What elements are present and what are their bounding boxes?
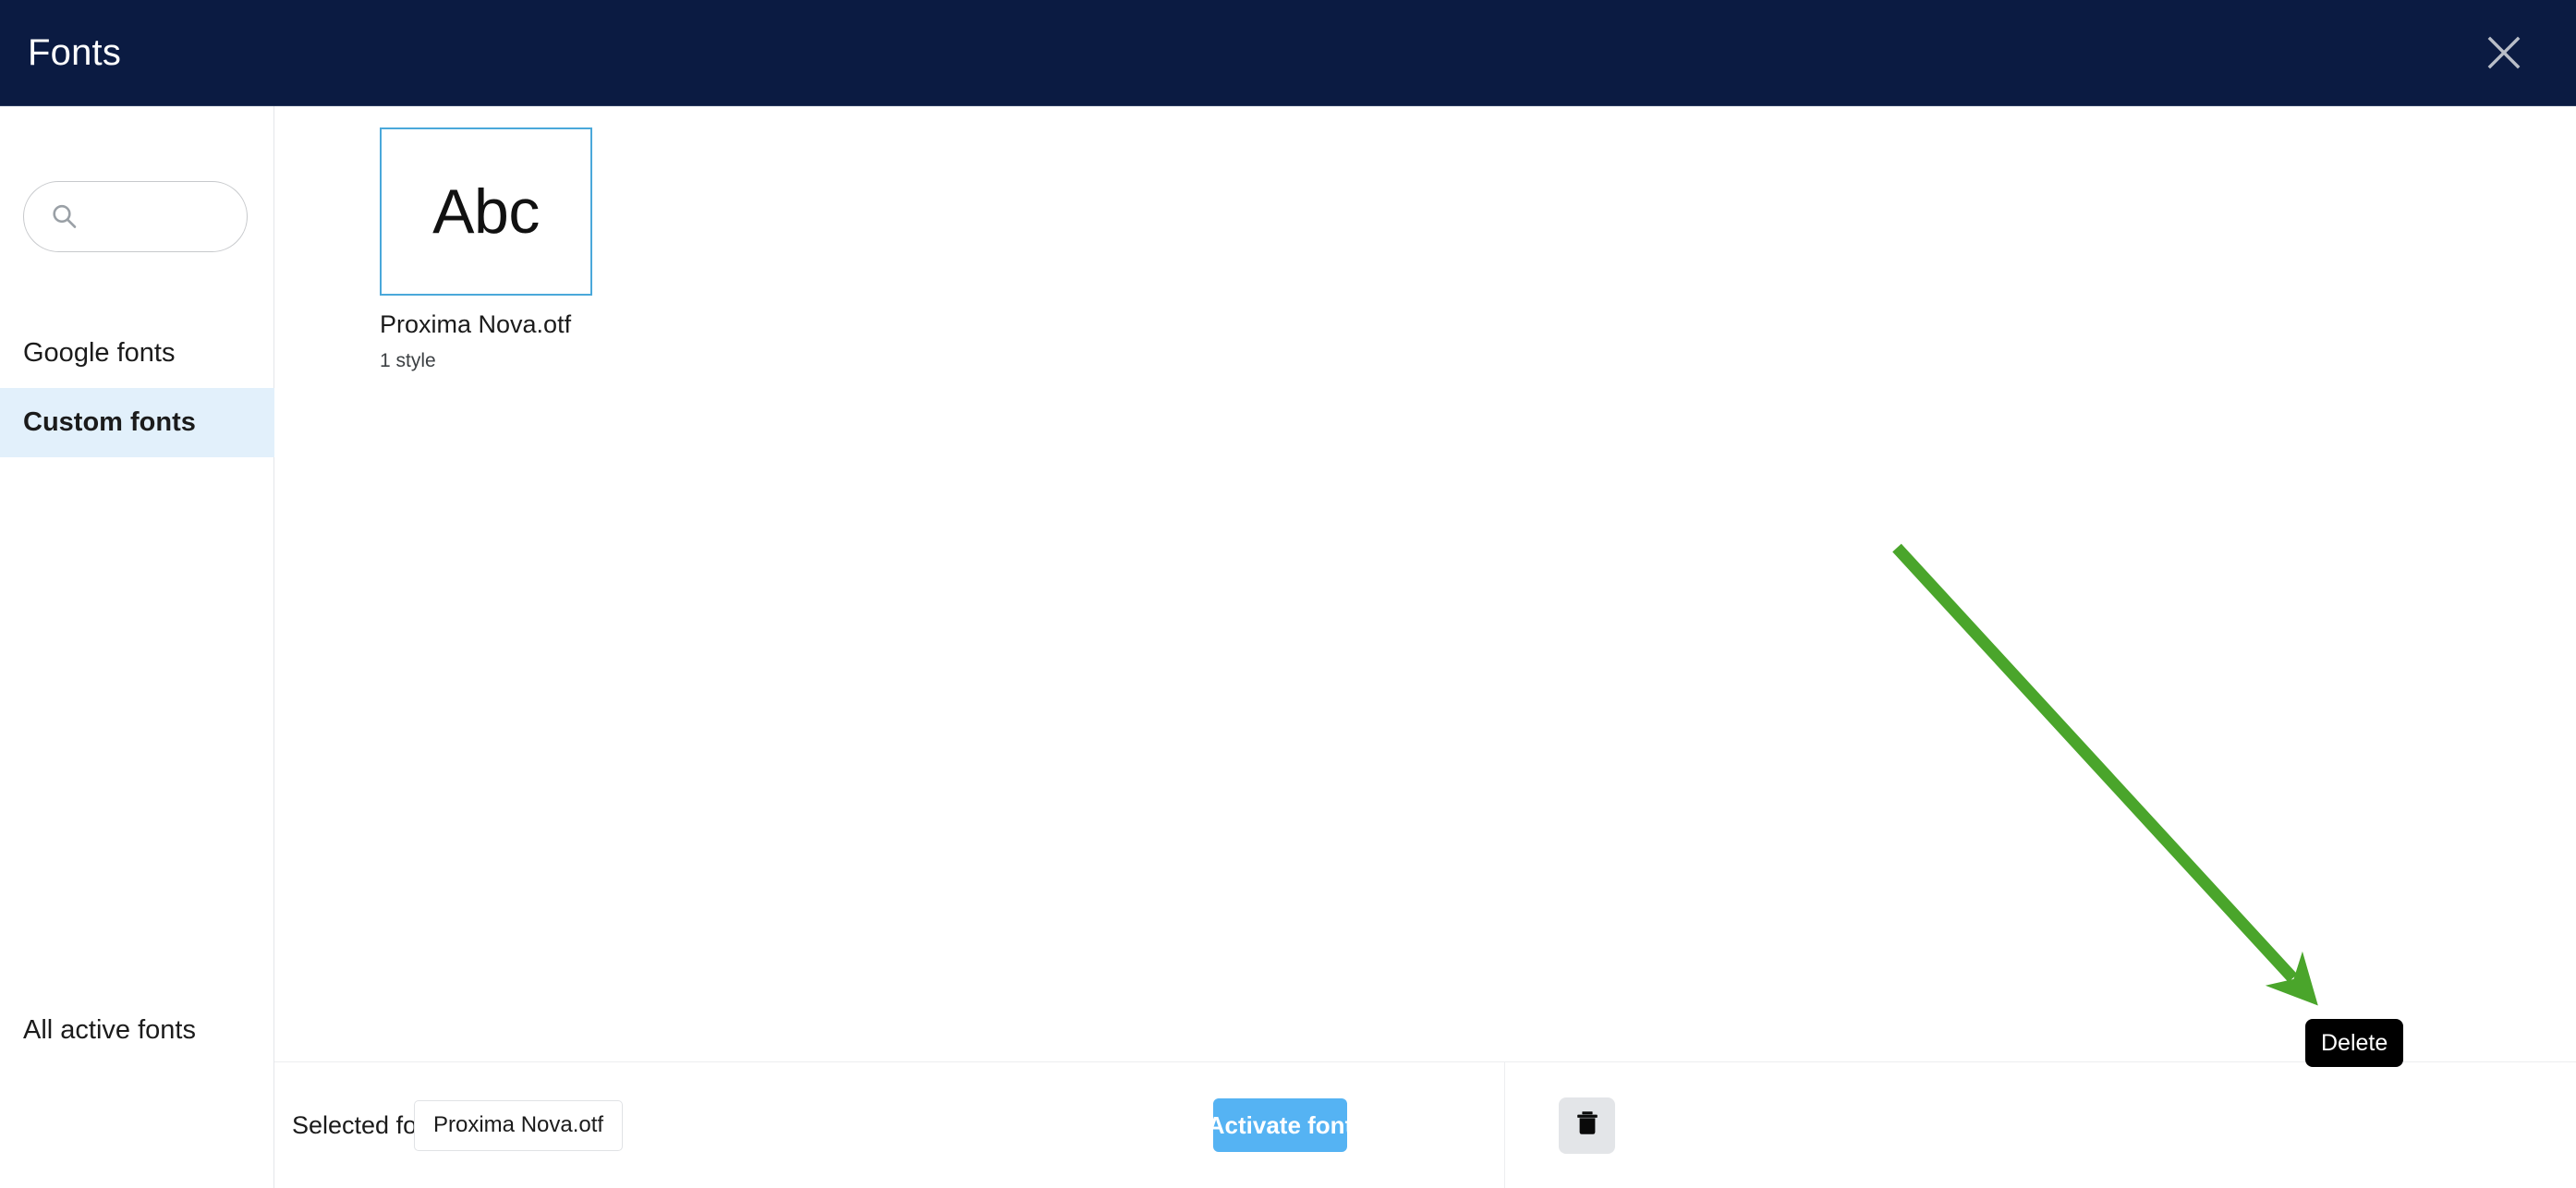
trash-icon (1574, 1109, 1600, 1142)
font-card-styles: 1 style (380, 350, 436, 371)
font-preview-text: Abc (432, 176, 540, 247)
sidebar-item-label: Google fonts (23, 338, 176, 368)
sidebar: Google fonts Custom fonts All active fon… (0, 106, 274, 1188)
sidebar-nav-bottom: All active fonts (0, 996, 274, 1065)
sidebar-item-label: All active fonts (23, 1015, 196, 1045)
search-field-wrapper (23, 181, 248, 252)
font-preview-tile[interactable]: Abc (380, 127, 592, 296)
sidebar-nav: Google fonts Custom fonts (0, 319, 274, 457)
close-icon[interactable] (2474, 23, 2533, 82)
font-grid: Abc Proxima Nova.otf 1 style (380, 127, 592, 372)
page-title: Fonts (28, 31, 122, 73)
delete-button[interactable] (1559, 1097, 1615, 1154)
font-card[interactable]: Abc Proxima Nova.otf 1 style (380, 127, 592, 372)
activate-font-button-label: Activate font (1207, 1110, 1354, 1139)
activate-font-button[interactable]: Activate font (1208, 1098, 1353, 1152)
sidebar-item-custom-fonts[interactable]: Custom fonts (0, 388, 274, 457)
sidebar-item-all-active-fonts[interactable]: All active fonts (0, 996, 274, 1065)
selected-font-chip[interactable]: Proxima Nova.otf (414, 1099, 624, 1151)
selected-font-chip-label: Proxima Nova.otf (433, 1112, 604, 1137)
sidebar-item-google-fonts[interactable]: Google fonts (0, 319, 274, 388)
bottom-bar-divider (1504, 1062, 1505, 1188)
fonts-dialog: Fonts Google fonts Custom fonts All acti… (0, 0, 2576, 1188)
bottom-action-bar: Selected font(s) Proxima Nova.otf Activa… (274, 1061, 2576, 1188)
search-icon (49, 201, 80, 233)
font-card-name: Proxima Nova.otf (380, 310, 572, 338)
dialog-header: Fonts (0, 0, 2576, 106)
search-box[interactable] (23, 181, 248, 252)
fonts-main-area: Abc Proxima Nova.otf 1 style (274, 106, 2576, 1061)
sidebar-item-label: Custom fonts (23, 407, 196, 437)
search-input[interactable] (91, 198, 239, 236)
delete-tooltip: Delete (2305, 1019, 2404, 1067)
delete-tooltip-label: Delete (2321, 1029, 2388, 1056)
